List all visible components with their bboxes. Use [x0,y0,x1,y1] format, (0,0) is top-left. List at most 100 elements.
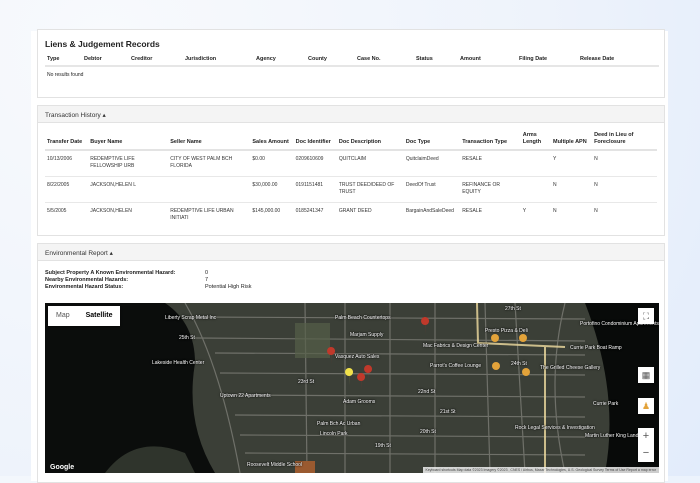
table-cell: BargainAndSaleDeed [405,207,454,214]
transaction-history-toggle[interactable]: Transaction History ▴ [38,106,664,123]
column-header: Doc Description [336,130,404,151]
col-filing-date: Filing Date [519,56,548,62]
map-label: Palm Beach Countertops [335,315,391,321]
street-label: 21st St [440,409,456,415]
col-county: County [308,56,327,62]
street-label: 25th St [179,335,195,341]
table-cell: 0191151481 [293,176,337,203]
map-label: Currie Park [593,401,619,407]
table-cell: N [552,207,557,214]
table-cell [168,176,251,203]
column-header: Doc Type [403,130,461,151]
nearby-hazards-label: Nearby Environmental Hazards: [45,277,129,283]
table-cell: Y [522,207,527,214]
table-row: 10/13/2006 REDEMPTIVE LIFE FELLOWSHIP URB… [45,149,657,177]
map-label: Adam Grooms [343,399,376,405]
zoom-controls: + − [638,428,654,462]
table-cell: Y [550,149,593,177]
table-cell: GRANT DEED [338,207,372,214]
satellite-view-button[interactable]: Satellite [78,306,121,326]
table-cell: DeedOf Trust [403,176,461,203]
map-label: Parrot's Coffee Lounge [430,363,482,369]
col-jurisdiction: Jurisdiction [185,56,217,62]
table-cell: N [592,149,657,177]
table-cell: RESALE [462,207,482,214]
street-label: 19th St [375,443,391,449]
map-label: Currie Park Boat Ramp [570,345,622,351]
table-cell: REDEMPTIVE LIFE URBAN INITIATI [170,207,234,221]
column-header: Multiple APN [550,130,593,151]
map-label: Palm Bch Ac Urban [317,421,361,427]
col-creditor: Creditor [131,56,153,62]
zoom-in-button[interactable]: + [638,428,654,445]
environmental-report-card: Environmental Report ▴ Subject Property … [37,243,665,483]
table-cell: REDEMPTIVE LIFE FELLOWSHIP URB [88,149,169,177]
table-cell: TRUST DEED/DEED OF TRUST [336,176,404,203]
street-label: 27th St [505,306,521,312]
column-header: Sales Amount [250,130,294,151]
table-cell: $0.00 [250,149,294,177]
report-panel: Liens & Judgement Records Type Debtor Cr… [31,29,668,483]
column-header: Seller Name [168,130,251,151]
col-debtor: Debtor [84,56,102,62]
map-imagery [45,303,659,473]
map-label: The Grilled Cheese Gallery [540,365,601,371]
table-cell: QUITCLAIM [336,149,404,177]
street-label: 24th St [511,361,527,367]
column-header: Buyer Name [88,130,169,151]
fullscreen-button[interactable]: ⛶ [638,308,654,324]
column-header: Transfer Date [45,130,89,151]
environmental-report-toggle[interactable]: Environmental Report ▴ [38,244,664,261]
hazard-status-value: Potential High Risk [205,284,252,290]
hazard-label: Subject Property A Known Environmental H… [45,270,176,276]
table-cell: JACKSON,HELEN [90,207,132,214]
map-label: Vasquez Auto Sales [335,354,380,360]
street-label: 20th St [420,429,436,435]
column-header: Transaction Type [460,130,521,151]
pegman-icon: ♟ [641,400,651,411]
no-results-text: No results found [47,72,84,78]
map-label: Uptown 22 Apartments [220,393,271,399]
hazard-status-label: Environmental Hazard Status: [45,284,124,290]
map-view-button[interactable]: Map [48,306,78,326]
nearby-hazards-value: 7 [205,277,209,283]
table-cell: $145,000.00 [252,207,281,214]
liens-title: Liens & Judgement Records [45,39,160,49]
col-amount: Amount [460,56,481,62]
col-release-date: Release Date [580,56,615,62]
map-label: Rock Legal Services & Investigation [515,425,595,431]
street-view-pegman[interactable]: ♟ [638,398,654,414]
col-status: Status [416,56,433,62]
table-cell: $30,000.00 [250,176,294,203]
map-layers-button[interactable]: ▦ [638,367,654,383]
table-cell: 0185241347 [295,207,324,214]
table-cell: CITY OF WEST PALM BCH FLORIDA [168,149,251,177]
table-row: 8/22/2005 JACKSON,HELEN L $30,000.00 019115… [45,176,657,203]
table-cell: N [594,207,598,214]
zoom-out-button[interactable]: − [638,445,654,462]
table-cell: N [592,176,657,203]
col-type: Type [47,56,60,62]
liens-table-header: Type Debtor Creditor Jurisdiction Agency… [45,55,659,67]
fullscreen-icon: ⛶ [642,310,650,321]
table-cell: REFINANCE OR EQUITY [460,176,521,203]
map-label: Mac Fabrics & Design Center [423,343,489,349]
table-row: 5/5/2005 JACKSON,HELEN REDEMPTIVE LIFE URB… [45,202,657,228]
table-cell: 0209610609 [293,149,337,177]
table-cell: 5/5/2005 [47,207,67,214]
column-header: Doc Identifier [293,130,337,151]
map-label: Presto Pizza & Deli [485,328,528,334]
transaction-table: Transfer Date Buyer Name Seller Name Sales … [45,130,657,228]
map-label: Roosevelt Middle School [247,462,303,468]
map-attribution[interactable]: Keyboard shortcuts Map data ©2023 Imager… [422,467,659,473]
hazard-value: 0 [205,270,209,276]
col-agency: Agency [256,56,276,62]
table-cell: N [550,176,593,203]
liens-judgement-card: Liens & Judgement Records Type Debtor Cr… [37,29,665,98]
map-label: Liberty Scrap Metal Inc [165,315,217,321]
table-cell: 10/13/2006 [45,149,89,177]
map-label: Marjam Supply [350,332,384,338]
transaction-history-card: Transaction History ▴ Transfer Date Buyer… [37,105,665,236]
map-label: Lincoln Park [320,431,348,437]
satellite-map[interactable]: Liberty Scrap Metal Inc Palm Beach Count… [45,303,659,473]
